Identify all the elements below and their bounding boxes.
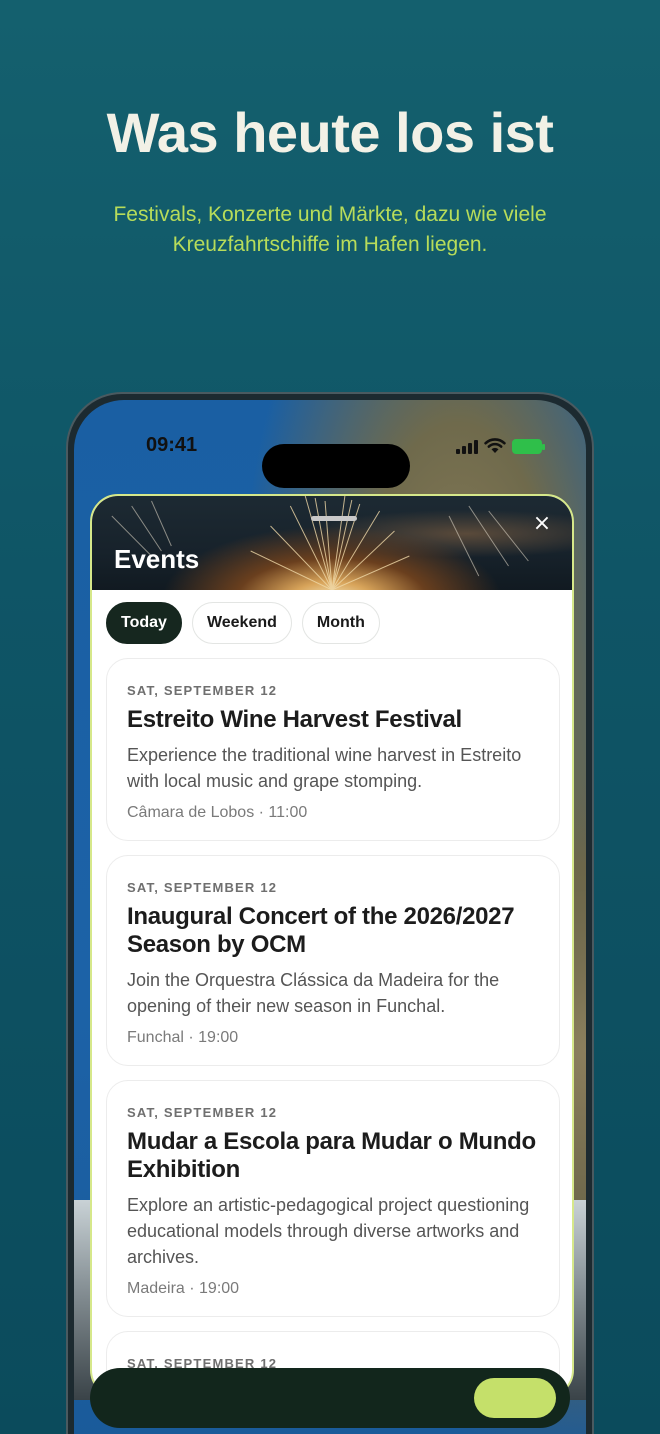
event-description: Explore an artistic-pedagogical project … bbox=[127, 1195, 530, 1267]
event-list: SAT, SEPTEMBER 12 Estreito Wine Harvest … bbox=[106, 658, 560, 1396]
battery-icon bbox=[512, 439, 545, 454]
sheet-title: Events bbox=[114, 544, 200, 574]
event-meta: Madeira · 19:00 bbox=[127, 1280, 240, 1297]
hero-subtitle: Festivals, Konzerte und Märkte, dazu wie… bbox=[113, 203, 547, 256]
phone-frame: 09:41 × Events Today Weekend Month SAT, … bbox=[66, 392, 594, 1434]
sheet-header: × Events bbox=[92, 496, 572, 590]
filter-tabs: Today Weekend Month bbox=[106, 602, 380, 644]
event-title: Mudar a Escola para Mudar o Mundo Exhibi… bbox=[127, 1128, 536, 1183]
close-button[interactable]: × bbox=[528, 510, 556, 538]
event-date: SAT, SEPTEMBER 12 bbox=[127, 1105, 278, 1120]
event-card[interactable]: SAT, SEPTEMBER 12 Estreito Wine Harvest … bbox=[106, 658, 560, 841]
event-date: SAT, SEPTEMBER 12 bbox=[127, 880, 278, 895]
signal-icon bbox=[456, 438, 478, 454]
sheet-drag-handle[interactable] bbox=[311, 516, 357, 521]
status-icons bbox=[456, 438, 545, 454]
event-card[interactable]: SAT, SEPTEMBER 12 Mudar a Escola para Mu… bbox=[106, 1080, 560, 1317]
fireworks-image bbox=[111, 496, 529, 590]
event-title: Estreito Wine Harvest Festival bbox=[127, 706, 462, 733]
event-card[interactable]: SAT, SEPTEMBER 12 Inaugural Concert of t… bbox=[106, 855, 560, 1066]
bottom-bar bbox=[90, 1368, 570, 1428]
event-title: Inaugural Concert of the 2026/2027 Seaso… bbox=[127, 903, 515, 958]
status-time: 09:41 bbox=[146, 434, 198, 456]
tab-month[interactable]: Month bbox=[301, 602, 380, 644]
events-sheet: × Events Today Weekend Month SAT, SEPTEM… bbox=[90, 494, 574, 1398]
event-meta: Câmara de Lobos · 11:00 bbox=[127, 804, 308, 821]
event-date: SAT, SEPTEMBER 12 bbox=[127, 683, 278, 698]
phone-screen: 09:41 × Events Today Weekend Month SAT, … bbox=[74, 400, 586, 1434]
event-description: Join the Orquestra Clássica da Madeira f… bbox=[127, 970, 500, 1016]
tab-weekend[interactable]: Weekend bbox=[191, 602, 292, 644]
status-bar: 09:41 bbox=[74, 428, 586, 488]
event-description: Experience the traditional wine harvest … bbox=[127, 745, 522, 791]
dynamic-island bbox=[262, 444, 410, 488]
hero-title: Was heute los ist bbox=[106, 101, 554, 164]
tab-today[interactable]: Today bbox=[106, 602, 182, 644]
bottom-action-pill[interactable] bbox=[474, 1378, 556, 1418]
wifi-icon bbox=[484, 438, 506, 453]
event-meta: Funchal · 19:00 bbox=[127, 1029, 239, 1046]
